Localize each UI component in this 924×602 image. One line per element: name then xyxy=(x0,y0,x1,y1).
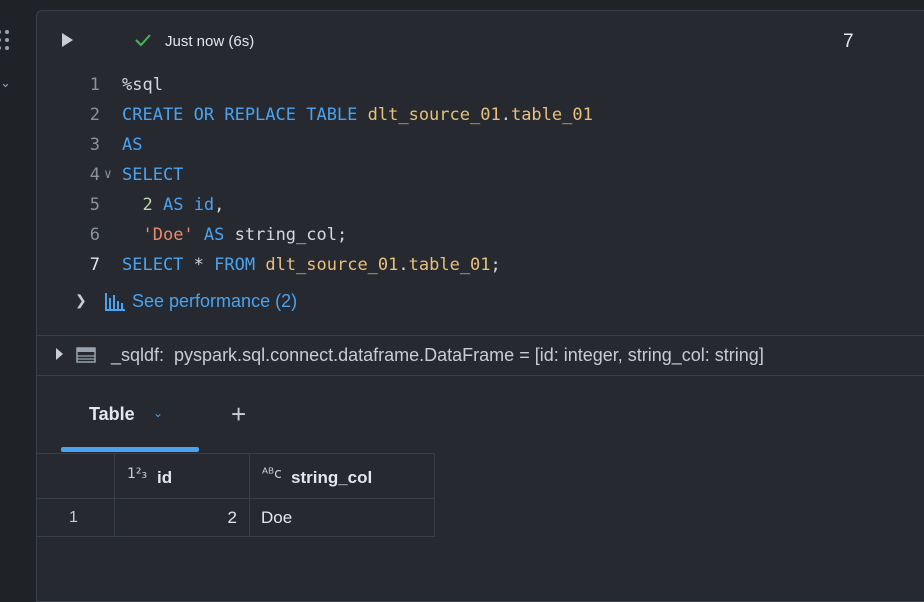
code-text: AS xyxy=(122,135,143,155)
bar-chart-icon xyxy=(105,293,125,311)
divider xyxy=(37,375,924,376)
expand-triangle-icon[interactable] xyxy=(56,348,63,360)
see-performance-row[interactable]: ❯ See performance (2) xyxy=(0,290,400,316)
add-tab-button[interactable]: + xyxy=(231,399,246,429)
chevron-down-icon[interactable]: ⌄ xyxy=(153,406,163,420)
column-header-id[interactable]: id xyxy=(157,468,172,488)
drag-handle-icon[interactable] xyxy=(0,30,13,54)
line-number: 5 xyxy=(89,195,100,215)
string-type-icon: ᴬᴮc xyxy=(262,466,282,482)
line-number: 2 xyxy=(89,105,100,125)
integer-type-icon: 1²₃ xyxy=(127,466,148,482)
code-text: CREATE OR REPLACE TABLE dlt_source_01.ta… xyxy=(122,105,593,125)
code-text: 2 AS id, xyxy=(142,195,225,215)
code-text: 'Doe' AS string_col; xyxy=(142,225,348,245)
chevron-right-icon[interactable]: ❯ xyxy=(75,292,87,309)
line-number: 1 xyxy=(89,75,100,95)
line-number: 3 xyxy=(89,135,100,155)
results-table: 1²₃ id ᴬᴮc string_col 1 2 Doe xyxy=(37,453,435,537)
see-performance-link[interactable]: See performance (2) xyxy=(132,291,297,312)
row-index: 1 xyxy=(69,509,78,526)
table-cell-id[interactable]: 2 xyxy=(117,508,237,528)
line-number: 4 xyxy=(89,165,100,185)
code-text: %sql xyxy=(122,75,163,95)
column-header-string-col[interactable]: string_col xyxy=(291,468,372,488)
active-tab-indicator xyxy=(61,447,199,452)
line-number: 7 xyxy=(89,255,100,275)
code-text: SELECT xyxy=(122,165,184,185)
dataframe-schema-row[interactable]: _sqldf: pyspark.sql.connect.dataframe.Da… xyxy=(37,336,924,375)
table-cell-string-col[interactable]: Doe xyxy=(261,508,292,528)
line-number: 6 xyxy=(89,225,100,245)
table-icon xyxy=(76,347,96,363)
play-icon[interactable] xyxy=(62,33,73,47)
tab-table[interactable]: Table xyxy=(89,404,135,425)
code-text: SELECT * FROM dlt_source_01.table_01; xyxy=(122,255,501,275)
check-icon xyxy=(135,34,151,47)
execution-count: 7 xyxy=(843,31,854,52)
fold-chevron-icon[interactable]: ∨ xyxy=(104,160,112,190)
chevron-down-icon[interactable]: ⌄ xyxy=(0,75,11,91)
run-status: Just now (6s) xyxy=(165,33,255,50)
dataframe-schema-text: _sqldf: pyspark.sql.connect.dataframe.Da… xyxy=(111,345,764,365)
